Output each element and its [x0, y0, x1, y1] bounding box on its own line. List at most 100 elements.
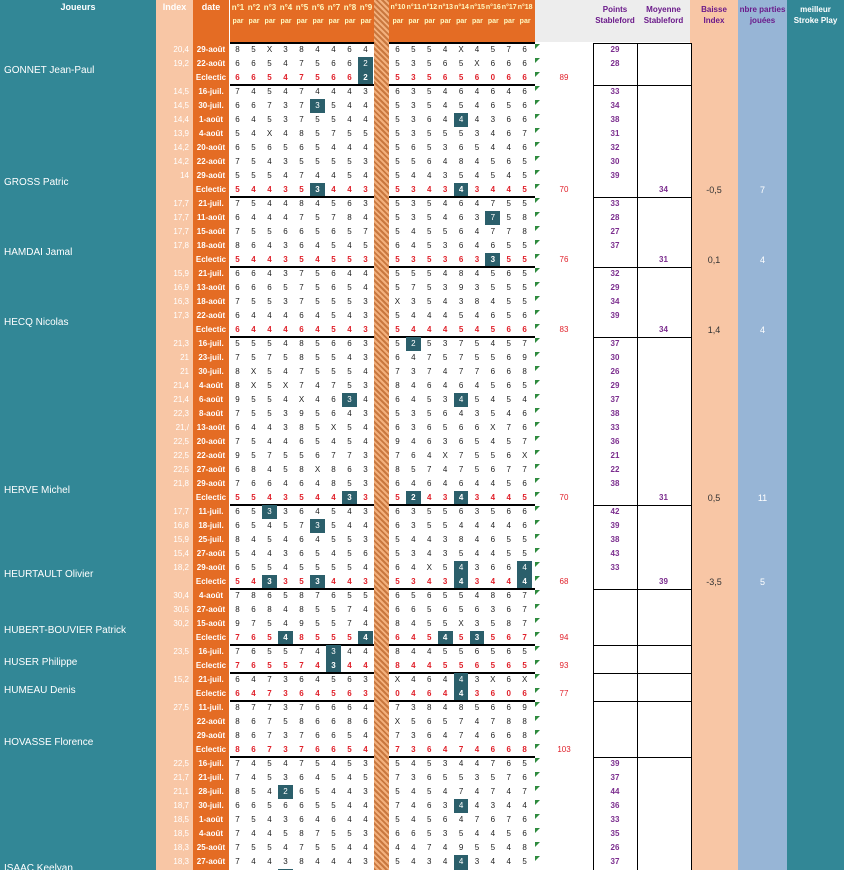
date-cell: 27-août: [196, 549, 226, 558]
score-cell: 6: [299, 675, 304, 684]
score-cell: 6: [522, 311, 527, 320]
score-cell: 5: [283, 353, 288, 362]
points-cell: 21: [610, 451, 620, 460]
score-cell: 6: [395, 507, 400, 516]
score-cell: 4: [251, 549, 256, 558]
score-cell: 7: [458, 717, 464, 726]
cell-marker: [535, 352, 540, 357]
score-cell: 4: [363, 101, 368, 110]
score-cell: 8: [458, 535, 464, 544]
points-cell: [593, 645, 637, 659]
score-cell: 4: [490, 829, 496, 838]
points-cell: 32: [610, 143, 620, 152]
score-cell: 5: [458, 647, 464, 656]
date-cell: 22-août: [196, 157, 226, 166]
score-cell: 4: [395, 843, 400, 852]
score-cell: 7: [267, 731, 272, 740]
score-cell: 7: [235, 199, 240, 208]
score-cell: 5: [458, 59, 464, 68]
score-cell: 5: [315, 143, 320, 152]
score-cell: 4: [251, 255, 256, 264]
score-cell: 4: [315, 255, 320, 264]
score-cell: 6: [427, 689, 432, 698]
score-cell: 5: [427, 87, 432, 96]
score-cell: 4: [442, 269, 448, 278]
score-cell: 4: [453, 687, 469, 701]
score-cell: 6: [331, 717, 336, 726]
baisse-value: 0,5: [707, 493, 721, 503]
score-cell: 5: [267, 619, 272, 628]
par-header-1: par: [232, 18, 244, 25]
index-cell: 17,8: [173, 241, 189, 250]
score-cell: 4: [347, 521, 352, 530]
points-cell: 34: [610, 297, 620, 306]
score-cell: 4: [506, 493, 511, 502]
score-cell: 7: [235, 437, 240, 446]
meilleur-value: [787, 253, 844, 267]
score-cell: 3: [442, 171, 448, 180]
index-cell: 21: [180, 367, 189, 376]
score-cell: 4: [283, 367, 288, 376]
score-cell: 6: [474, 647, 480, 656]
score-cell: 5: [331, 689, 336, 698]
score-cell: 5: [442, 717, 448, 726]
score-cell: 7: [395, 367, 400, 376]
score-cell: 4: [363, 213, 368, 222]
score-cell: 4: [267, 493, 272, 502]
index-cell: 22,5: [173, 451, 189, 460]
score-cell: 4: [315, 493, 320, 502]
date-cell: 20-août: [196, 437, 226, 446]
index-cell: 15,9: [173, 269, 189, 278]
nbre-value: [738, 743, 787, 757]
score-cell: 4: [251, 773, 256, 782]
score-cell: 5: [427, 507, 432, 516]
score-cell: 2: [358, 71, 373, 85]
score-cell: 5: [506, 339, 511, 348]
score-cell: 4: [347, 843, 352, 852]
score-cell: 3: [442, 241, 448, 250]
score-cell: 4: [427, 549, 432, 558]
score-cell: 4: [278, 631, 293, 645]
points-cell: 32: [610, 269, 620, 278]
score-cell: 5: [442, 591, 448, 600]
score-cell: 3: [363, 535, 368, 544]
score-cell: 8: [235, 731, 240, 740]
cell-marker: [535, 520, 540, 525]
score-cell: 5: [458, 325, 464, 334]
score-cell: 7: [235, 87, 240, 96]
date-cell: 29-août: [196, 479, 226, 488]
score-cell: 8: [331, 465, 336, 474]
score-cell: 5: [315, 605, 320, 614]
score-cell: 5: [442, 227, 448, 236]
cell-marker: [535, 478, 540, 483]
score-cell: 5: [395, 759, 400, 768]
points-cell: 28: [610, 213, 620, 222]
score-cell: 5: [315, 227, 320, 236]
score-cell: 6: [458, 227, 464, 236]
score-cell: 8: [522, 717, 527, 726]
score-cell: 7: [458, 367, 464, 376]
score-cell: 6: [299, 325, 304, 334]
score-cell: 4: [251, 185, 256, 194]
score-cell: 4: [442, 87, 448, 96]
par-header-13: par: [440, 18, 452, 25]
score-cell: 8: [458, 269, 464, 278]
score-cell: 4: [474, 801, 480, 810]
index-cell: 17,7: [173, 227, 189, 236]
cell-marker: [535, 436, 540, 441]
score-cell: 6: [299, 815, 304, 824]
score-cell: 5: [347, 283, 352, 292]
score-cell: 8: [395, 381, 400, 390]
score-cell: 4: [347, 409, 352, 418]
score-cell: 3: [363, 381, 368, 390]
score-cell: 5: [299, 563, 304, 572]
score-cell: 6: [442, 815, 448, 824]
score-cell: 4: [474, 45, 480, 54]
index-cell: 14,5: [173, 87, 189, 96]
score-cell: 3: [262, 505, 277, 519]
score-cell: 5: [315, 409, 320, 418]
score-cell: 5: [267, 297, 272, 306]
score-cell: 3: [442, 437, 448, 446]
score-cell: 3: [411, 199, 416, 208]
points-cell: 33: [610, 87, 620, 96]
